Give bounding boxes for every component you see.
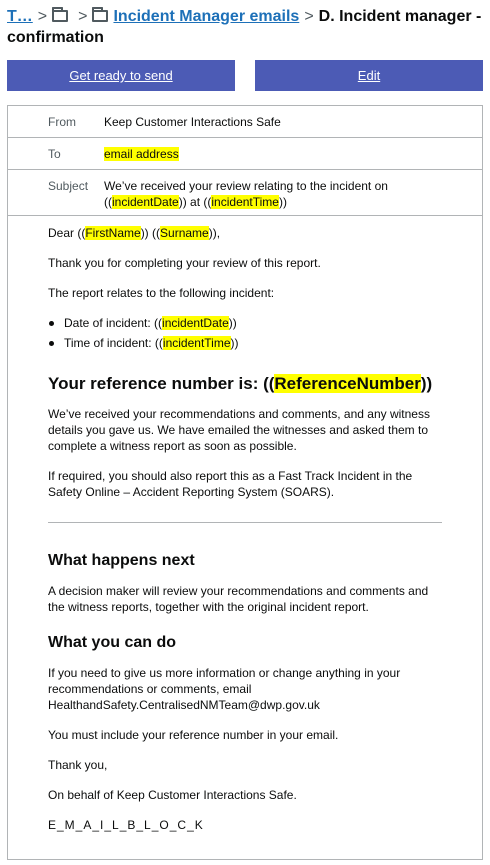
placeholder-reference-number: ReferenceNumber [274,374,421,393]
placeholder-incident-date: incidentDate [162,316,229,330]
placeholder-surname: Surname [160,226,209,240]
chevron-right-icon: > [37,8,48,25]
folder-icon [92,7,109,22]
breadcrumb-parent-link[interactable]: Incident Manager emails [113,8,299,25]
placeholder-incident-date: incidentDate [112,195,179,209]
breadcrumb: T… > > Incident Manager emails > D. Incident … [7,6,483,48]
incident-list: Date of incident: ((incidentDate)) Time … [48,315,442,351]
what-happens-next-heading: What happens next [48,552,195,569]
to-row: To email address [8,138,482,170]
to-placeholder: email address [104,146,179,161]
contact-paragraph: If you need to give us more information … [48,666,401,712]
to-label: To [48,146,61,161]
reference-heading: Your reference number is: ((ReferenceNum… [48,374,433,393]
placeholder-incident-time: incidentTime [211,195,279,209]
edit-button[interactable]: Edit [255,60,483,91]
chevron-right-icon: > [304,8,314,25]
email-preview: From Keep Customer Interactions Safe To … [7,105,483,860]
from-label: From [48,114,76,129]
required-paragraph: If required, you should also report this… [48,469,413,499]
sign-off-behalf: On behalf of Keep Customer Interactions … [48,788,297,802]
subject-label: Subject [48,179,89,193]
get-ready-to-send-button[interactable]: Get ready to send [7,60,235,91]
must-include-paragraph: You must include your reference number i… [48,728,339,742]
breadcrumb-root-link[interactable]: T… [7,8,33,25]
relates-paragraph: The report relates to the following inci… [48,286,275,300]
greeting: Dear ((FirstName)) ((Surname)), [48,226,221,240]
thanks-paragraph: Thank you for completing your review of … [48,256,321,270]
section-divider [48,522,442,523]
contact-email: HealthandSafety.CentralisedNMTeam@dwp.go… [48,698,320,712]
received-paragraph: We’ve received your recommendations and … [48,407,430,453]
subject-row: Subject We’ve received your review relat… [8,170,482,216]
subject-value: We’ve received your review relating to t… [104,179,388,209]
placeholder-first-name: FirstName [85,226,141,240]
list-item: Date of incident: ((incidentDate)) [48,315,442,331]
email-block-placeholder: E_M_A_I_L_B_L_O_C_K [48,818,204,832]
what-you-can-do-heading: What you can do [48,634,176,651]
sign-off-thanks: Thank you, [48,758,108,772]
list-item: Time of incident: ((incidentTime)) [48,335,442,351]
from-row: From Keep Customer Interactions Safe [8,106,482,138]
chevron-right-icon: > [78,8,88,25]
email-body: Dear ((FirstName)) ((Surname)), Thank yo… [8,225,482,833]
next-paragraph: A decision maker will review your recomm… [48,584,429,614]
from-value: Keep Customer Interactions Safe [104,114,281,129]
placeholder-incident-time: incidentTime [162,336,231,350]
folder-icon [52,7,69,22]
